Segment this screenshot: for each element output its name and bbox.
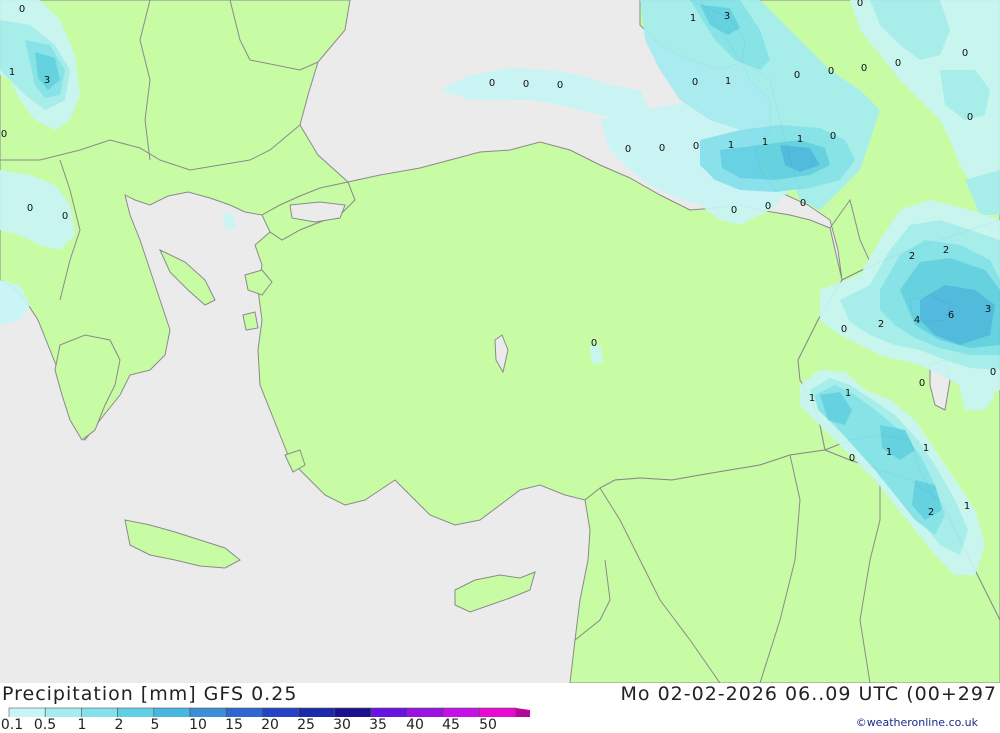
- legend-swatch: [153, 707, 191, 720]
- precipitation-map[interactable]: 0 1 3 0 0 0 1 3 0 0 0 0 1 0 0 0 0 0 0 0 0 0 1 1 1 0 0 0 0 2 2 4 6 3 0 2 0 0 1 1…: [0, 0, 1000, 683]
- contour-label: 0: [693, 141, 699, 152]
- contour-label: 3: [985, 304, 991, 315]
- contour-label: 0: [523, 79, 529, 90]
- run-info: Mo 02-02-2026 06..09 UTC (00+297: [620, 683, 997, 705]
- contour-label: 4: [914, 315, 920, 326]
- legend-label: 45: [442, 717, 460, 733]
- contour-label: 0: [800, 198, 806, 209]
- contour-label: 0: [765, 201, 771, 212]
- legend-label: 35: [369, 717, 387, 733]
- contour-label: 1: [923, 443, 929, 454]
- contour-label: 0: [692, 77, 698, 88]
- legend-swatch: [44, 707, 82, 720]
- sea-marmara: [289, 201, 346, 223]
- contour-label: 0: [659, 143, 665, 154]
- contour-label: 0: [794, 70, 800, 81]
- legend-label: 40: [406, 717, 424, 733]
- land-chios: [242, 311, 259, 331]
- legend-label: 2: [114, 717, 124, 733]
- contour-label: 2: [909, 251, 915, 262]
- contour-label: 0: [849, 453, 855, 464]
- contour-label: 3: [44, 75, 50, 86]
- contour-label: 0: [857, 0, 863, 9]
- map-canvas: 0 1 3 0 0 0 1 3 0 0 0 0 1 0 0 0 0 0 0 0 0 0 1 1 1 0 0 0 0 2 2 4 6 3 0 2 0 0 1 1…: [0, 0, 1000, 683]
- contour-label: 0: [841, 324, 847, 335]
- legend-label: 1: [77, 717, 87, 733]
- legend-swatch: [443, 707, 480, 720]
- contour-label: 0: [828, 66, 834, 77]
- contour-label: 0: [861, 63, 867, 74]
- contour-label: 2: [928, 507, 934, 518]
- legend-swatch: [117, 707, 155, 720]
- legend-label: 25: [297, 717, 315, 733]
- contour-label: 0: [489, 78, 495, 89]
- contour-label: 0: [990, 367, 996, 378]
- contour-label: 0: [967, 112, 973, 123]
- contour-label: 1: [9, 67, 15, 78]
- credit-link[interactable]: ©weatheronline.co.uk: [856, 716, 978, 729]
- legend-swatch: [298, 707, 336, 720]
- legend-arrow: [515, 708, 554, 719]
- legend-swatch: [81, 707, 118, 720]
- legend-swatch: [406, 707, 444, 720]
- contour-label: 0: [19, 4, 25, 15]
- legend-label: 15: [225, 717, 243, 733]
- legend-label: 0.1: [0, 717, 24, 733]
- contour-label: 0: [1, 129, 7, 140]
- contour-label: 0: [962, 48, 968, 59]
- legend-label: 20: [261, 717, 279, 733]
- legend-label: 0.5: [33, 717, 57, 733]
- legend-swatch: [262, 707, 299, 720]
- contour-label: 2: [878, 319, 884, 330]
- contour-label: 0: [919, 378, 925, 389]
- contour-label: 0: [895, 58, 901, 69]
- contour-label: 1: [886, 447, 892, 458]
- legend-swatch: [370, 707, 408, 720]
- map-title: Precipitation [mm] GFS 0.25: [2, 683, 298, 705]
- legend-label: 5: [150, 717, 160, 733]
- contour-label: 0: [830, 131, 836, 142]
- contour-label: 3: [724, 11, 730, 22]
- contour-label: 0: [557, 80, 563, 91]
- legend-label: 10: [189, 717, 207, 733]
- contour-label: 0: [27, 203, 33, 214]
- contour-label: 0: [62, 211, 68, 222]
- contour-label: 2: [943, 245, 949, 256]
- contour-label: 0: [625, 144, 631, 155]
- legend-label: 30: [333, 717, 351, 733]
- contour-label: 0: [591, 338, 597, 349]
- contour-label: 1: [809, 393, 815, 404]
- contour-label: 1: [762, 137, 768, 148]
- legend-swatch: [479, 707, 517, 720]
- contour-label: 1: [964, 501, 970, 512]
- contour-label: 0: [731, 205, 737, 216]
- contour-label: 6: [948, 310, 954, 321]
- map-footer: 0.1 0.5 1 2 5 10 15 20 25 30 35 40 45 50 Precipitatio…: [0, 683, 1000, 733]
- legend-swatch: [334, 707, 372, 720]
- contour-label: 1: [690, 13, 696, 24]
- contour-label: 1: [725, 76, 731, 87]
- legend-swatch: [8, 707, 46, 720]
- contour-label: 1: [797, 134, 803, 145]
- contour-label: 1: [845, 388, 851, 399]
- legend-swatch: [225, 707, 263, 720]
- legend-swatch: [189, 707, 227, 720]
- legend-label: 50: [479, 717, 497, 733]
- contour-label: 1: [728, 140, 734, 151]
